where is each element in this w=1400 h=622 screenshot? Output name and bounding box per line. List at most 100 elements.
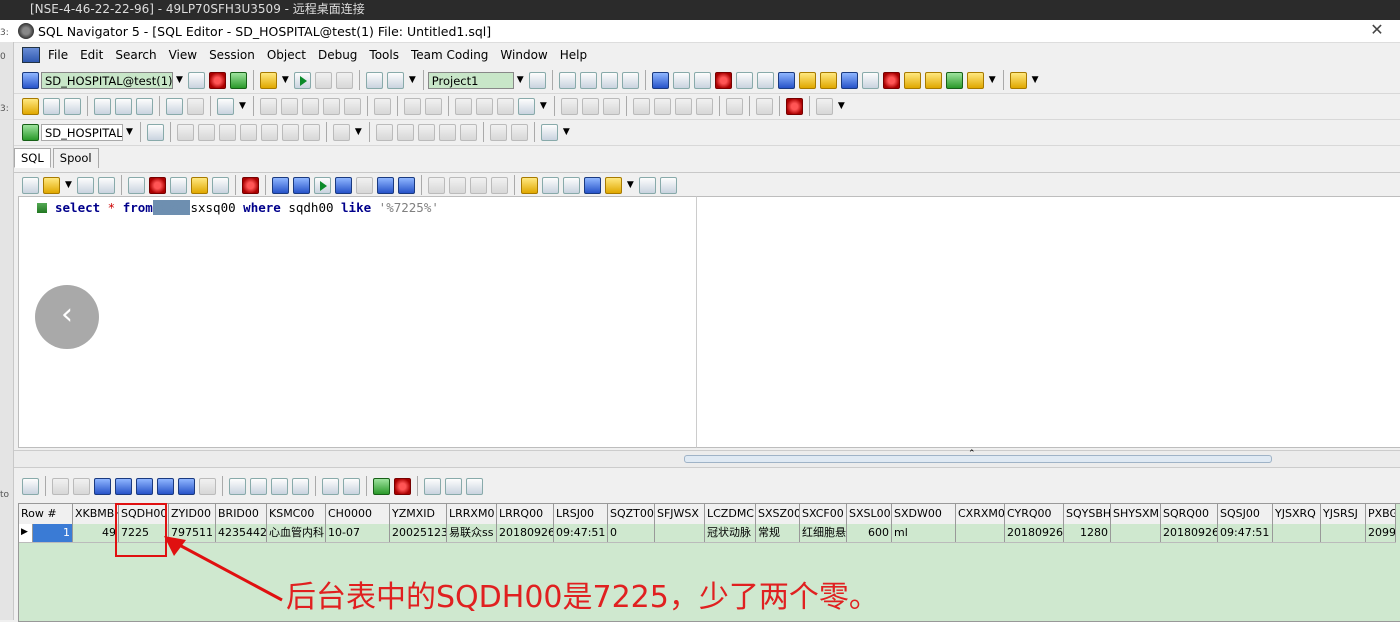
tool-icon[interactable] (861, 71, 879, 89)
refresh-icon[interactable] (373, 477, 390, 495)
d-icon[interactable] (271, 477, 288, 495)
connect-icon[interactable] (22, 71, 39, 89)
edit-tool-icon[interactable] (602, 97, 620, 115)
column-header[interactable]: CYRQ00 (1005, 504, 1064, 524)
last-icon[interactable] (397, 176, 415, 194)
splitter-grip[interactable]: ⌃ (684, 449, 1272, 463)
undo-icon[interactable] (166, 97, 183, 115)
object-tool-icon[interactable] (332, 123, 350, 141)
save-icon[interactable] (76, 176, 94, 194)
tool-icon[interactable] (558, 71, 576, 89)
sql-editor[interactable]: select * from xxx sxsq00 where sqdh00 li… (18, 196, 697, 448)
edit-tool-icon[interactable] (517, 97, 535, 115)
editor-tool-icon[interactable] (148, 176, 166, 194)
tool-icon[interactable] (621, 71, 639, 89)
edit-tool-icon[interactable] (653, 97, 671, 115)
disconnect-icon[interactable] (208, 71, 226, 89)
column-header[interactable]: PXBG (1366, 504, 1396, 524)
edit-tool-icon[interactable] (560, 97, 578, 115)
binoculars-icon[interactable] (562, 176, 580, 194)
editor-tool-icon[interactable] (520, 176, 538, 194)
tool-icon[interactable] (672, 71, 690, 89)
comment-icon[interactable] (301, 97, 319, 115)
cell-sqzt00[interactable]: 0 (608, 524, 655, 542)
chevron-down-icon[interactable]: ▼ (517, 75, 524, 85)
new-file-icon[interactable] (22, 176, 39, 194)
schema-icon[interactable] (22, 123, 39, 141)
object-tool-icon[interactable] (281, 123, 299, 141)
cancel-edit-icon[interactable] (199, 477, 216, 495)
tool-icon[interactable] (579, 71, 597, 89)
chevron-down-icon[interactable]: ▼ (838, 101, 845, 111)
chevron-down-icon[interactable]: ▼ (1032, 75, 1039, 85)
nd-icon[interactable] (250, 477, 267, 495)
editor-tool-icon[interactable] (448, 176, 466, 194)
tool-icon[interactable] (756, 71, 774, 89)
chevron-down-icon[interactable]: ▼ (627, 180, 634, 190)
stop-icon[interactable] (335, 71, 353, 89)
cell-pxbg[interactable]: 2099 (1366, 524, 1396, 542)
open-icon[interactable] (22, 97, 39, 115)
column-header[interactable]: SFJWSX (655, 504, 705, 524)
object-tool-icon[interactable] (438, 123, 456, 141)
object-tool-icon[interactable] (375, 123, 393, 141)
editor-tool-icon[interactable] (241, 176, 259, 194)
column-header[interactable]: BRID00 (216, 504, 267, 524)
column-header[interactable]: SXSZ00 (756, 504, 800, 524)
cell-sqsj00[interactable]: 09:47:51 (1218, 524, 1273, 542)
editor-tool-icon[interactable] (427, 176, 445, 194)
redo-icon[interactable] (187, 97, 204, 115)
tool-icon[interactable] (819, 71, 837, 89)
editor-tool-icon[interactable] (211, 176, 229, 194)
column-header[interactable]: YJSXRQ (1273, 504, 1321, 524)
object-tool-icon[interactable] (239, 123, 257, 141)
column-header[interactable]: SXSL00 (847, 504, 892, 524)
tool-icon[interactable] (651, 71, 669, 89)
tool-icon[interactable] (798, 71, 816, 89)
object-tool-icon[interactable] (459, 123, 477, 141)
edit-tool-icon[interactable] (755, 97, 773, 115)
column-header[interactable]: Row # (19, 504, 73, 524)
cell-lrrxm0[interactable]: 易联众ss (447, 524, 497, 542)
tool-icon[interactable] (840, 71, 858, 89)
edit-tool-icon[interactable] (496, 97, 514, 115)
cell-shysxm[interactable] (1111, 524, 1161, 542)
sql-text[interactable]: select * from xxx sxsq00 where sqdh00 li… (55, 200, 439, 215)
rollback-icon[interactable] (386, 71, 404, 89)
column-header[interactable]: CH0000 (326, 504, 390, 524)
tool-icon[interactable] (777, 71, 795, 89)
object-tool-icon[interactable] (197, 123, 215, 141)
first-record-icon[interactable] (52, 477, 69, 495)
menu-help[interactable]: Help (554, 44, 593, 66)
object-tool-icon[interactable] (489, 123, 507, 141)
tool-icon[interactable] (882, 71, 900, 89)
form-view-icon[interactable] (343, 477, 360, 495)
refresh-session-icon[interactable] (229, 71, 247, 89)
commit-icon[interactable] (365, 71, 383, 89)
column-header[interactable]: LRRQ00 (497, 504, 554, 524)
project-combo[interactable]: Project1 (427, 71, 514, 89)
cell-sqysbh[interactable]: 1280 (1064, 524, 1111, 542)
cell-lrsj00[interactable]: 09:47:51 (554, 524, 608, 542)
menu-tools[interactable]: Tools (363, 44, 405, 66)
print-icon[interactable] (64, 97, 81, 115)
def-icon[interactable] (229, 477, 246, 495)
cell-yzmxid[interactable]: 20025123 (390, 524, 447, 542)
chevron-down-icon[interactable]: ▼ (540, 101, 547, 111)
object-tool-icon[interactable] (396, 123, 414, 141)
delete-record-icon[interactable] (178, 477, 195, 495)
edit-tool-icon[interactable] (581, 97, 599, 115)
edit-tool-icon[interactable] (695, 97, 713, 115)
prior-record-icon[interactable] (73, 477, 90, 495)
cell-yjsrsj[interactable] (1321, 524, 1366, 542)
editor-tool-icon[interactable] (583, 176, 601, 194)
edit-tool-icon[interactable] (815, 97, 833, 115)
column-header[interactable]: LRSJ00 (554, 504, 608, 524)
edit-tool-icon[interactable] (373, 97, 391, 115)
column-header[interactable]: SXCF00 (800, 504, 847, 524)
object-tool-icon[interactable] (417, 123, 435, 141)
column-header[interactable]: LRRXM0 (447, 504, 497, 524)
column-header[interactable]: LCZDMC (705, 504, 756, 524)
cell-lczdmc[interactable]: 冠状动脉 (705, 524, 756, 542)
column-header[interactable]: SQSJ00 (1218, 504, 1273, 524)
